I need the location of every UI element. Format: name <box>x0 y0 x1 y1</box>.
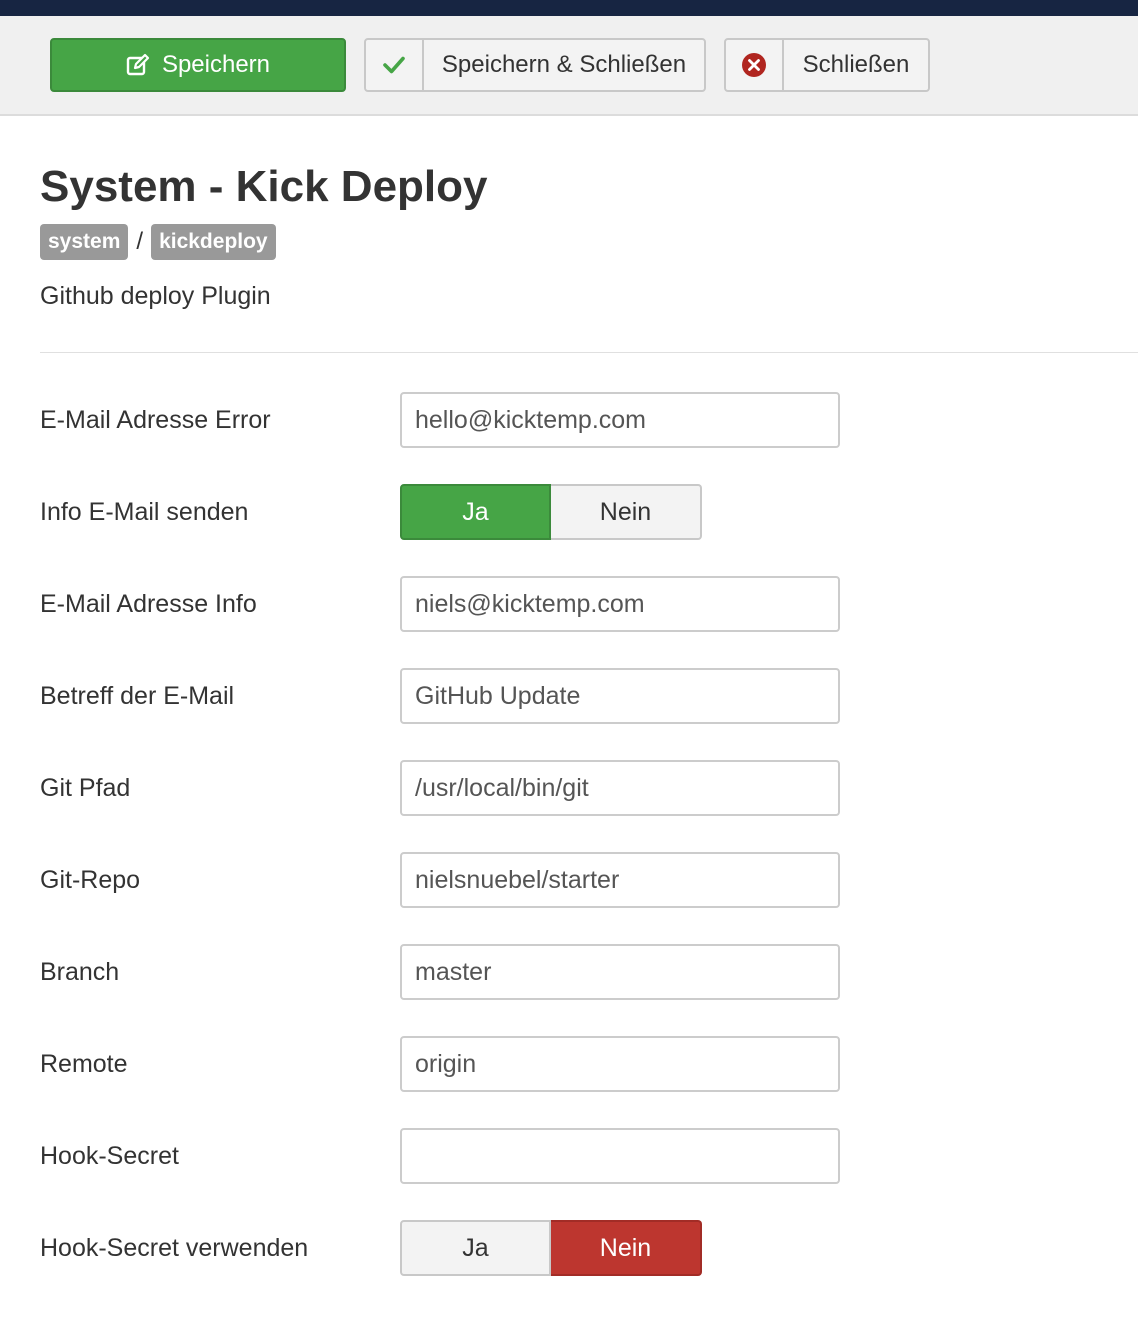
form-row-git-repo: Git-Repo <box>0 852 1138 908</box>
info-email-toggle: Ja Nein <box>400 484 702 540</box>
top-navbar <box>0 0 1138 16</box>
remote-input[interactable] <box>400 1036 840 1092</box>
close-circle-icon <box>726 40 784 90</box>
branch-label: Branch <box>40 958 120 986</box>
git-repo-input[interactable] <box>400 852 840 908</box>
badge-element: kickdeploy <box>151 224 276 260</box>
use-hook-secret-toggle: Ja Nein <box>400 1220 702 1276</box>
email-info-label: E-Mail Adresse Info <box>40 590 257 618</box>
git-repo-label: Git-Repo <box>40 866 141 894</box>
info-email-label: Info E-Mail senden <box>40 498 249 526</box>
plugin-tags: system / kickdeploy <box>40 224 276 260</box>
close-label: Schließen <box>802 51 910 78</box>
hook-secret-input[interactable] <box>400 1128 840 1184</box>
hook-secret-label: Hook-Secret <box>40 1142 179 1170</box>
form-row-subject: Betreff der E-Mail <box>0 668 1138 724</box>
save-button[interactable]: Speichern <box>50 38 346 92</box>
email-error-label: E-Mail Adresse Error <box>40 406 271 434</box>
form-row-git-path: Git Pfad <box>0 760 1138 816</box>
use-hook-secret-label: Hook-Secret verwenden <box>40 1234 309 1262</box>
plugin-description: Github deploy Plugin <box>40 282 271 310</box>
git-path-label: Git Pfad <box>40 774 131 802</box>
save-and-close-label: Speichern & Schließen <box>441 51 687 78</box>
close-button[interactable]: Schließen <box>724 38 930 92</box>
form-row-remote: Remote <box>0 1036 1138 1092</box>
badge-separator: / <box>136 228 144 255</box>
email-info-input[interactable] <box>400 576 840 632</box>
form-row-email-info: E-Mail Adresse Info <box>0 576 1138 632</box>
form-row-branch: Branch <box>0 944 1138 1000</box>
edit-icon <box>126 53 150 77</box>
divider <box>40 352 1138 353</box>
checkmark-icon <box>366 40 424 90</box>
git-path-input[interactable] <box>400 760 840 816</box>
form-row-email-error: E-Mail Adresse Error <box>0 392 1138 448</box>
form-row-hook-secret: Hook-Secret <box>0 1128 1138 1184</box>
branch-input[interactable] <box>400 944 840 1000</box>
save-label: Speichern <box>161 51 271 78</box>
email-error-input[interactable] <box>400 392 840 448</box>
info-email-yes-button[interactable]: Ja <box>400 484 551 540</box>
info-email-no-button[interactable]: Nein <box>551 484 702 540</box>
badge-folder: system <box>40 224 129 260</box>
use-hook-secret-yes-button[interactable]: Ja <box>400 1220 551 1276</box>
toolbar: Speichern Speichern & Schließen Schließe… <box>0 16 1138 116</box>
remote-label: Remote <box>40 1050 128 1078</box>
use-hook-secret-no-button[interactable]: Nein <box>551 1220 702 1276</box>
form-row-use-hook-secret: Hook-Secret verwenden Ja Nein <box>0 1220 1138 1276</box>
subject-label: Betreff der E-Mail <box>40 682 235 710</box>
form-row-info-email: Info E-Mail senden Ja Nein <box>0 484 1138 540</box>
subject-input[interactable] <box>400 668 840 724</box>
page-title: System - Kick Deploy <box>40 162 488 211</box>
save-and-close-button[interactable]: Speichern & Schließen <box>364 38 706 92</box>
